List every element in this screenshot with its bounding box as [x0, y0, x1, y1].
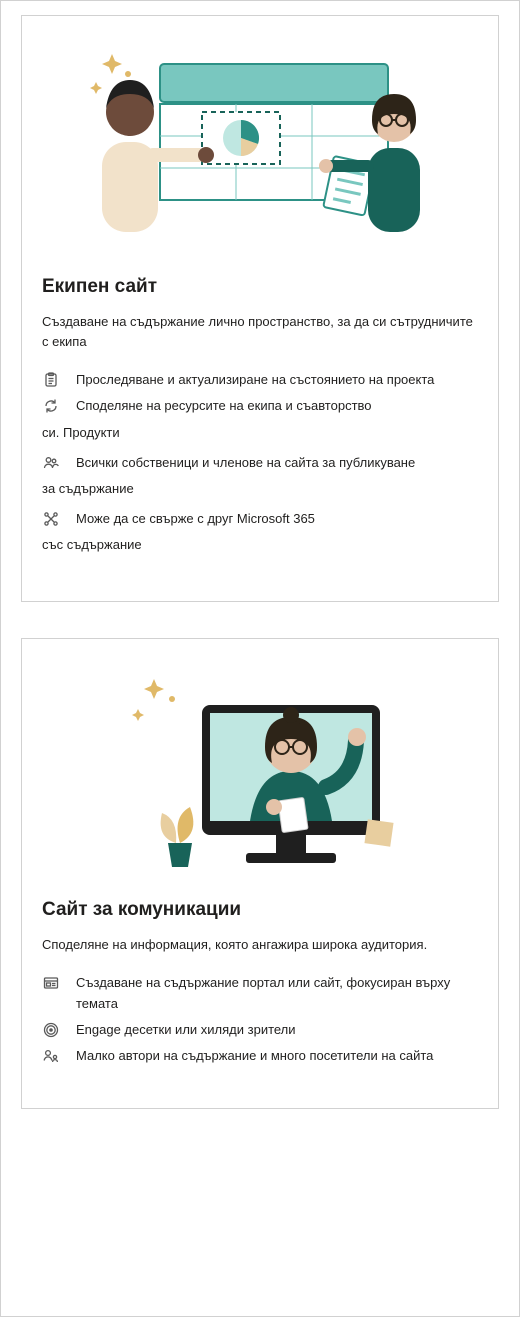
cycle-icon: [42, 397, 60, 415]
team-site-card[interactable]: Екипен сайт Създаване на съдържание личн…: [21, 15, 499, 602]
team-site-description: Създаване на съдържание лично пространст…: [42, 312, 478, 352]
authors-icon: [42, 1047, 60, 1065]
feature-continuation: си. Продукти: [42, 423, 478, 443]
newspaper-icon: [42, 974, 60, 992]
connect-icon: [42, 510, 60, 528]
people-icon: [42, 454, 60, 472]
feature-item: Всички собственици и членове на сайта за…: [42, 453, 478, 473]
broadcast-icon: [42, 1021, 60, 1039]
communication-site-card[interactable]: Сайт за комуникации Споделяне на информа…: [21, 638, 499, 1109]
feature-text: Проследяване и актуализиране на състояни…: [76, 370, 478, 390]
clipboard-icon: [42, 371, 60, 389]
team-site-title: Екипен сайт: [42, 276, 478, 298]
communication-site-title: Сайт за комуникации: [42, 899, 478, 921]
feature-item: Engage десетки или хиляди зрители: [42, 1020, 478, 1040]
feature-text: Може да се свърже с друг Microsoft 365: [76, 509, 478, 529]
feature-text: Engage десетки или хиляди зрители: [76, 1020, 478, 1040]
feature-continuation: за съдържание: [42, 479, 478, 499]
communication-site-description: Споделяне на информация, която ангажира …: [42, 935, 478, 955]
communication-site-features: Създаване на съдържание портал или сайт,…: [42, 973, 478, 1066]
broadcast-person-icon: [50, 651, 470, 881]
feature-continuation: със съдържание: [42, 535, 478, 555]
feature-item: Проследяване и актуализиране на състояни…: [42, 370, 478, 390]
feature-text: Споделяне на ресурсите на екипа и съавто…: [76, 396, 478, 416]
feature-item: Споделяне на ресурсите на екипа и съавто…: [42, 396, 478, 416]
feature-item: Може да се свърже с друг Microsoft 365: [42, 509, 478, 529]
feature-text: Малко автори на съдържание и много посет…: [76, 1046, 478, 1066]
feature-text: Всички собственици и членове на сайта за…: [76, 453, 478, 473]
feature-text: Създаване на съдържание портал или сайт,…: [76, 973, 478, 1013]
team-collab-icon: [50, 38, 470, 258]
feature-item: Малко автори на съдържание и много посет…: [42, 1046, 478, 1066]
team-site-illustration: [42, 38, 478, 258]
site-type-chooser: Екипен сайт Създаване на съдържание личн…: [0, 0, 520, 1317]
feature-item: Създаване на съдържание портал или сайт,…: [42, 973, 478, 1013]
team-site-features: Проследяване и актуализиране на състояни…: [42, 370, 478, 555]
communication-site-illustration: [42, 661, 478, 881]
